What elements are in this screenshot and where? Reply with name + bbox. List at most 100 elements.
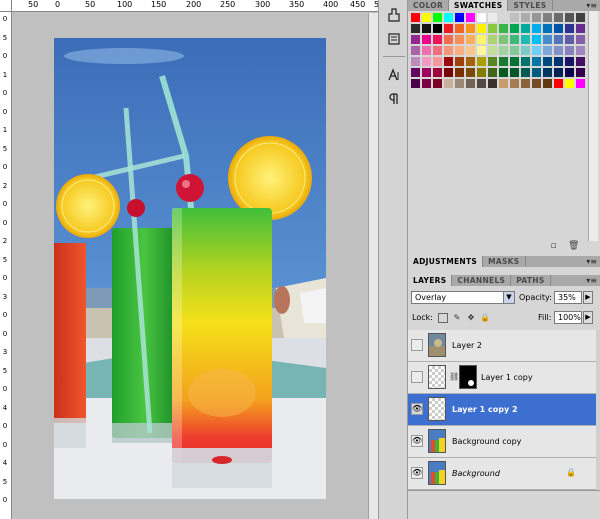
opacity-slider-toggle[interactable]: ▶ (583, 291, 593, 304)
swatch[interactable] (476, 56, 487, 67)
swatch[interactable] (531, 45, 542, 56)
swatch[interactable] (421, 45, 432, 56)
swatch[interactable] (509, 45, 520, 56)
swatch[interactable] (564, 45, 575, 56)
swatch[interactable] (498, 34, 509, 45)
layers-menu-icon[interactable]: ▾≡ (586, 276, 597, 285)
swatch[interactable] (509, 67, 520, 78)
layer-row[interactable]: 👁 Background copy (408, 426, 596, 458)
swatch[interactable] (476, 78, 487, 89)
swatch[interactable] (476, 67, 487, 78)
tab-color[interactable]: COLOR (408, 0, 450, 11)
layer-row[interactable]: 👁 Layer 1 copy 2 (408, 394, 596, 426)
swatch[interactable] (575, 23, 586, 34)
swatch[interactable] (476, 45, 487, 56)
swatch[interactable] (531, 12, 542, 23)
swatch[interactable] (564, 34, 575, 45)
swatch[interactable] (487, 34, 498, 45)
swatch[interactable] (476, 12, 487, 23)
tab-paths[interactable]: PATHS (511, 275, 551, 286)
swatch[interactable] (575, 12, 586, 23)
swatch[interactable] (498, 67, 509, 78)
swatch[interactable] (410, 67, 421, 78)
swatch[interactable] (509, 78, 520, 89)
swatch[interactable] (432, 67, 443, 78)
tab-channels[interactable]: CHANNELS (452, 275, 512, 286)
swatch[interactable] (498, 56, 509, 67)
swatch[interactable] (509, 34, 520, 45)
new-swatch-icon[interactable]: ▫ (548, 241, 559, 251)
fill-field[interactable]: 100% (554, 311, 582, 324)
lock-image-pixels-icon[interactable]: ✎ (452, 313, 462, 323)
swatch[interactable] (465, 12, 476, 23)
swatch[interactable] (520, 78, 531, 89)
swatch[interactable] (542, 78, 553, 89)
swatch[interactable] (553, 34, 564, 45)
swatch[interactable] (487, 67, 498, 78)
swatch[interactable] (564, 78, 575, 89)
swatch[interactable] (465, 67, 476, 78)
swatch[interactable] (531, 78, 542, 89)
swatch[interactable] (542, 45, 553, 56)
lock-position-icon[interactable]: ✥ (466, 313, 476, 323)
swatch[interactable] (553, 56, 564, 67)
swatch[interactable] (432, 78, 443, 89)
swatch[interactable] (520, 12, 531, 23)
swatch[interactable] (553, 78, 564, 89)
swatch[interactable] (520, 34, 531, 45)
swatch[interactable] (410, 78, 421, 89)
layer-row[interactable]: ⛓ Layer 1 copy (408, 362, 596, 394)
swatch[interactable] (421, 78, 432, 89)
adjustments-menu-icon[interactable]: ▾≡ (586, 257, 597, 266)
eye-icon[interactable]: 👁 (411, 467, 423, 479)
eye-icon[interactable]: 👁 (411, 435, 423, 447)
swatch[interactable] (531, 23, 542, 34)
tab-layers[interactable]: LAYERS (408, 275, 453, 286)
swatch[interactable] (575, 56, 586, 67)
swatch[interactable] (465, 56, 476, 67)
swatch[interactable] (487, 23, 498, 34)
tab-styles[interactable]: STYLES (508, 0, 553, 11)
swatch[interactable] (542, 56, 553, 67)
swatch[interactable] (432, 23, 443, 34)
layer-name[interactable]: Background copy (452, 426, 521, 458)
swatch[interactable] (443, 78, 454, 89)
swatch[interactable] (564, 23, 575, 34)
swatch[interactable] (410, 34, 421, 45)
swatch[interactable] (509, 56, 520, 67)
swatch[interactable] (509, 23, 520, 34)
swatch[interactable] (465, 34, 476, 45)
layer-name[interactable]: Layer 2 (452, 330, 482, 362)
horizontal-ruler[interactable]: 50050100150200250300350400450500 (0, 0, 378, 12)
trash-icon[interactable]: 🗑 (568, 241, 579, 251)
swatch[interactable] (531, 67, 542, 78)
swatch[interactable] (487, 56, 498, 67)
swatch[interactable] (432, 12, 443, 23)
swatch[interactable] (564, 56, 575, 67)
swatch[interactable] (443, 34, 454, 45)
swatch[interactable] (575, 45, 586, 56)
fill-slider-toggle[interactable]: ▶ (583, 311, 593, 324)
swatch[interactable] (498, 23, 509, 34)
swatch[interactable] (443, 56, 454, 67)
swatch[interactable] (509, 12, 520, 23)
swatch[interactable] (531, 56, 542, 67)
swatch[interactable] (564, 67, 575, 78)
tab-adjustments[interactable]: ADJUSTMENTS (408, 256, 484, 267)
layers-scrollbar[interactable] (596, 330, 600, 490)
swatch[interactable] (421, 23, 432, 34)
swatch[interactable] (498, 12, 509, 23)
lock-all-icon[interactable]: 🔒 (480, 313, 490, 323)
tab-swatches[interactable]: SWATCHES (449, 0, 509, 11)
layer-name[interactable]: Background (452, 458, 500, 490)
swatch[interactable] (465, 78, 476, 89)
swatch[interactable] (432, 45, 443, 56)
swatch[interactable] (498, 45, 509, 56)
swatch[interactable] (443, 67, 454, 78)
swatch[interactable] (575, 78, 586, 89)
mask-link-icon[interactable]: ⛓ (449, 372, 459, 381)
swatch[interactable] (432, 56, 443, 67)
tool-presets-icon[interactable] (385, 30, 403, 48)
document-image[interactable] (54, 38, 326, 499)
swatch[interactable] (542, 12, 553, 23)
